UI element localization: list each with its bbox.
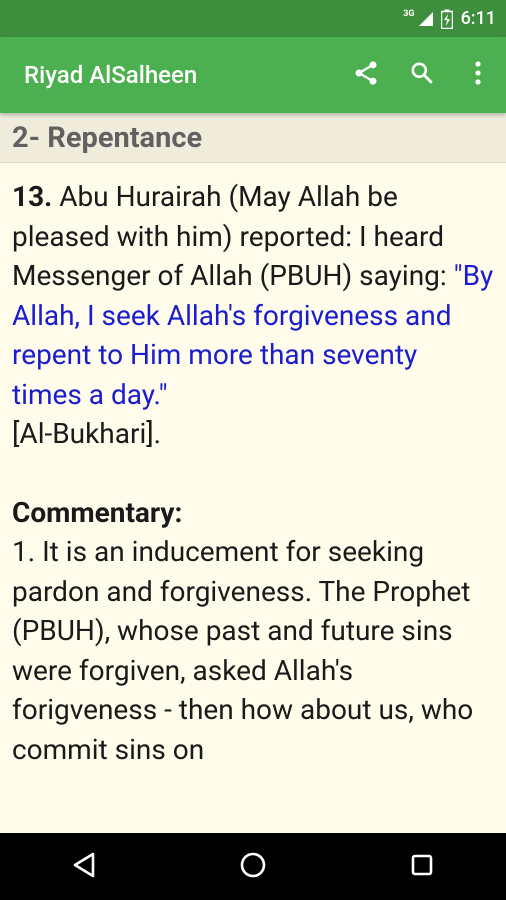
more-options-button[interactable] [450,47,506,103]
recents-button[interactable] [382,837,462,897]
share-button[interactable] [338,47,394,103]
clock: 6:11 [460,8,496,29]
home-icon [239,851,267,883]
app-title: Riyad AlSalheen [24,61,198,89]
battery-icon [440,9,453,29]
recents-icon [410,853,434,881]
network-type: 3G [403,8,415,19]
section-title: 2- Repentance [0,113,506,163]
back-icon [71,851,97,883]
app-bar: Riyad AlSalheen [0,37,506,113]
search-button[interactable] [394,47,450,103]
hadith-text: 13. Abu Hurairah (May Allah be pleased w… [0,163,506,769]
back-button[interactable] [44,837,124,897]
commentary-text: 1. It is an inducement for seeking pardo… [12,535,474,766]
search-icon [409,60,435,90]
more-vert-icon [474,60,482,90]
share-icon [352,59,380,91]
navigation-bar [0,833,506,900]
hadith-number: 13. [12,180,53,213]
commentary-heading: Commentary: [12,495,183,529]
content-area[interactable]: 2- Repentance 13. Abu Hurairah (May Alla… [0,113,506,833]
home-button[interactable] [213,837,293,897]
hadith-source: [Al-Bukhari]. [12,417,162,450]
status-bar: 3G 6:11 [0,0,506,37]
hadith-intro: Abu Hurairah (May Allah be pleased with … [12,180,454,292]
signal-icon [417,10,435,28]
